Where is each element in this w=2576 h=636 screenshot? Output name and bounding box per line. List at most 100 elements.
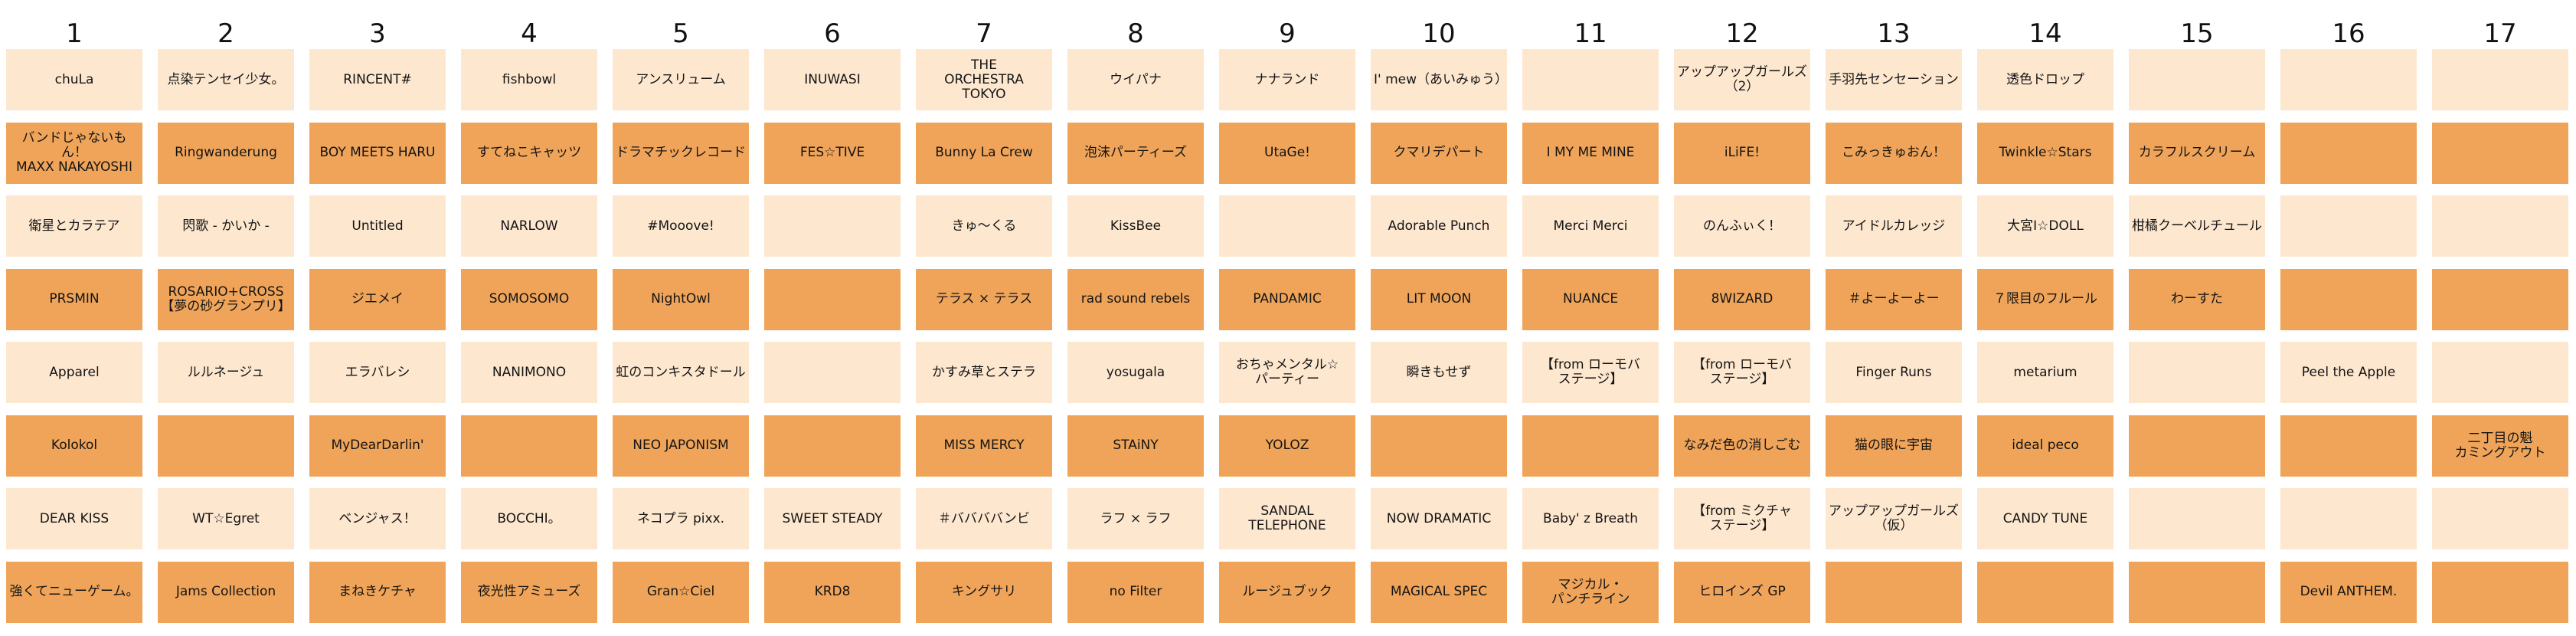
lineup-cell: Adorable Punch — [1371, 195, 1507, 257]
lineup-cell: 夜光性アミューズ — [461, 561, 597, 623]
lineup-cell: SWEET STEADY — [764, 488, 901, 549]
column-header-9: 9 — [1279, 18, 1296, 49]
lineup-cell — [1977, 561, 2113, 623]
lineup-cell: MyDearDarlin' — [309, 415, 446, 477]
lineup-cell: SOMOSOMO — [461, 268, 597, 330]
lineup-cell: なみだ色の消しごむ — [1674, 415, 1810, 477]
lineup-cell: アイドルカレッジ — [1826, 195, 1962, 257]
lineup-cell: ＃ババババンビ — [916, 488, 1052, 549]
lineup-cell: Bunny La Crew — [916, 122, 1052, 184]
lineup-cell: no Filter — [1067, 561, 1204, 623]
lineup-cell: 猫の眼に宇宙 — [1826, 415, 1962, 477]
lineup-cell: 柑橘クーベルチュール — [2129, 195, 2265, 257]
lineup-cell: NOW DRAMATIC — [1371, 488, 1507, 549]
lineup-cell — [2432, 195, 2568, 257]
lineup-cell — [764, 342, 901, 403]
lineup-cell: I MY ME MINE — [1522, 122, 1659, 184]
lineup-cell: ヒロインズ GP — [1674, 561, 1810, 623]
lineup-cell: Untitled — [309, 195, 446, 257]
lineup-cell: マジカル・ パンチライン — [1522, 561, 1659, 623]
column-header-13: 13 — [1877, 18, 1911, 49]
lineup-cell: 点染テンセイ少女。 — [158, 49, 294, 110]
lineup-cell: fishbowl — [461, 49, 597, 110]
lineup-cell: クマリデパート — [1371, 122, 1507, 184]
column-header-16: 16 — [2332, 18, 2365, 49]
lineup-cell: rad sound rebels — [1067, 268, 1204, 330]
lineup-cell — [2432, 49, 2568, 110]
lineup-cell: KissBee — [1067, 195, 1204, 257]
lineup-cell: Devil ANTHEM. — [2280, 561, 2417, 623]
column-header-10: 10 — [1422, 18, 1456, 49]
lineup-cell — [2129, 488, 2265, 549]
lineup-cell: PANDAMIC — [1219, 268, 1355, 330]
lineup-cell — [2129, 49, 2265, 110]
lineup-cell: エラバレシ — [309, 342, 446, 403]
lineup-cell: 大宮I☆DOLL — [1977, 195, 2113, 257]
lineup-cell: Twinkle☆Stars — [1977, 122, 2113, 184]
lineup-cell — [2432, 561, 2568, 623]
lineup-cell: まねきケチャ — [309, 561, 446, 623]
lineup-cell: WT☆Egret — [158, 488, 294, 549]
lineup-cell: ドラマチックレコード — [613, 122, 749, 184]
lineup-cell: LIT MOON — [1371, 268, 1507, 330]
lineup-cell: アップアップガールズ （2） — [1674, 49, 1810, 110]
lineup-cell: アンスリューム — [613, 49, 749, 110]
lineup-cell: NUANCE — [1522, 268, 1659, 330]
column-header-3: 3 — [369, 18, 386, 49]
lineup-cell — [2129, 415, 2265, 477]
lineup-cell: INUWASI — [764, 49, 901, 110]
lineup-cell: キングサリ — [916, 561, 1052, 623]
lineup-cell: ＃よーよーよー — [1826, 268, 1962, 330]
lineup-cell: ルージュブック — [1219, 561, 1355, 623]
lineup-cell: CANDY TUNE — [1977, 488, 2113, 549]
lineup-cell — [764, 268, 901, 330]
lineup-grid: 1 2 3 4 5 6 7 8 9 10 11 12 13 14 15 16 17 chuLa 点染テンセイ少女。 R… — [0, 0, 2576, 636]
lineup-cell: THE ORCHESTRA TOKYO — [916, 49, 1052, 110]
lineup-cell — [1826, 561, 1962, 623]
lineup-cell: 衛星とカラテア — [6, 195, 142, 257]
lineup-cell: ルルネージュ — [158, 342, 294, 403]
lineup-cell — [2129, 561, 2265, 623]
lineup-cell: I' mew（あいみゅう） — [1371, 49, 1507, 110]
lineup-cell — [1219, 195, 1355, 257]
lineup-cell: アップアップガールズ （仮） — [1826, 488, 1962, 549]
lineup-cell: RINCENT# — [309, 49, 446, 110]
lineup-cell: Apparel — [6, 342, 142, 403]
lineup-cell: PRSMIN — [6, 268, 142, 330]
lineup-cell: YOLOZ — [1219, 415, 1355, 477]
lineup-cell: Jams Collection — [158, 561, 294, 623]
column-header-2: 2 — [217, 18, 234, 49]
lineup-cell: テラス × テラス — [916, 268, 1052, 330]
lineup-cell: 閃歌 - かいか - — [158, 195, 294, 257]
lineup-cell: BOCCHI。 — [461, 488, 597, 549]
lineup-cell: 強くてニューゲーム。 — [6, 561, 142, 623]
lineup-cell — [2129, 342, 2265, 403]
lineup-cell — [1522, 49, 1659, 110]
lineup-cell: 【from ローモバ ステージ】 — [1522, 342, 1659, 403]
lineup-cell: カラフルスクリーム — [2129, 122, 2265, 184]
column-header-6: 6 — [824, 18, 841, 49]
lineup-cell: ナナランド — [1219, 49, 1355, 110]
lineup-cell — [2280, 488, 2417, 549]
lineup-cell: KRD8 — [764, 561, 901, 623]
lineup-cell: Kolokol — [6, 415, 142, 477]
lineup-cell: 瞬きもせず — [1371, 342, 1507, 403]
lineup-cell: ウイパナ — [1067, 49, 1204, 110]
column-header-5: 5 — [672, 18, 689, 49]
lineup-cell: NEO JAPONISM — [613, 415, 749, 477]
lineup-cell: DEAR KISS — [6, 488, 142, 549]
lineup-cell — [1522, 415, 1659, 477]
column-header-11: 11 — [1574, 18, 1607, 49]
lineup-cell: Baby' z Breath — [1522, 488, 1659, 549]
lineup-cell — [1371, 415, 1507, 477]
column-header-14: 14 — [2028, 18, 2062, 49]
lineup-cell — [2432, 342, 2568, 403]
lineup-cell: すてねこキャッツ — [461, 122, 597, 184]
lineup-cell: 手羽先センセーション — [1826, 49, 1962, 110]
lineup-cell: NANIMONO — [461, 342, 597, 403]
lineup-cell: 泡沫パーティーズ — [1067, 122, 1204, 184]
lineup-cell: MISS MERCY — [916, 415, 1052, 477]
lineup-cell: ideal peco — [1977, 415, 2113, 477]
lineup-cell: #Mooove! — [613, 195, 749, 257]
column-header-8: 8 — [1127, 18, 1144, 49]
